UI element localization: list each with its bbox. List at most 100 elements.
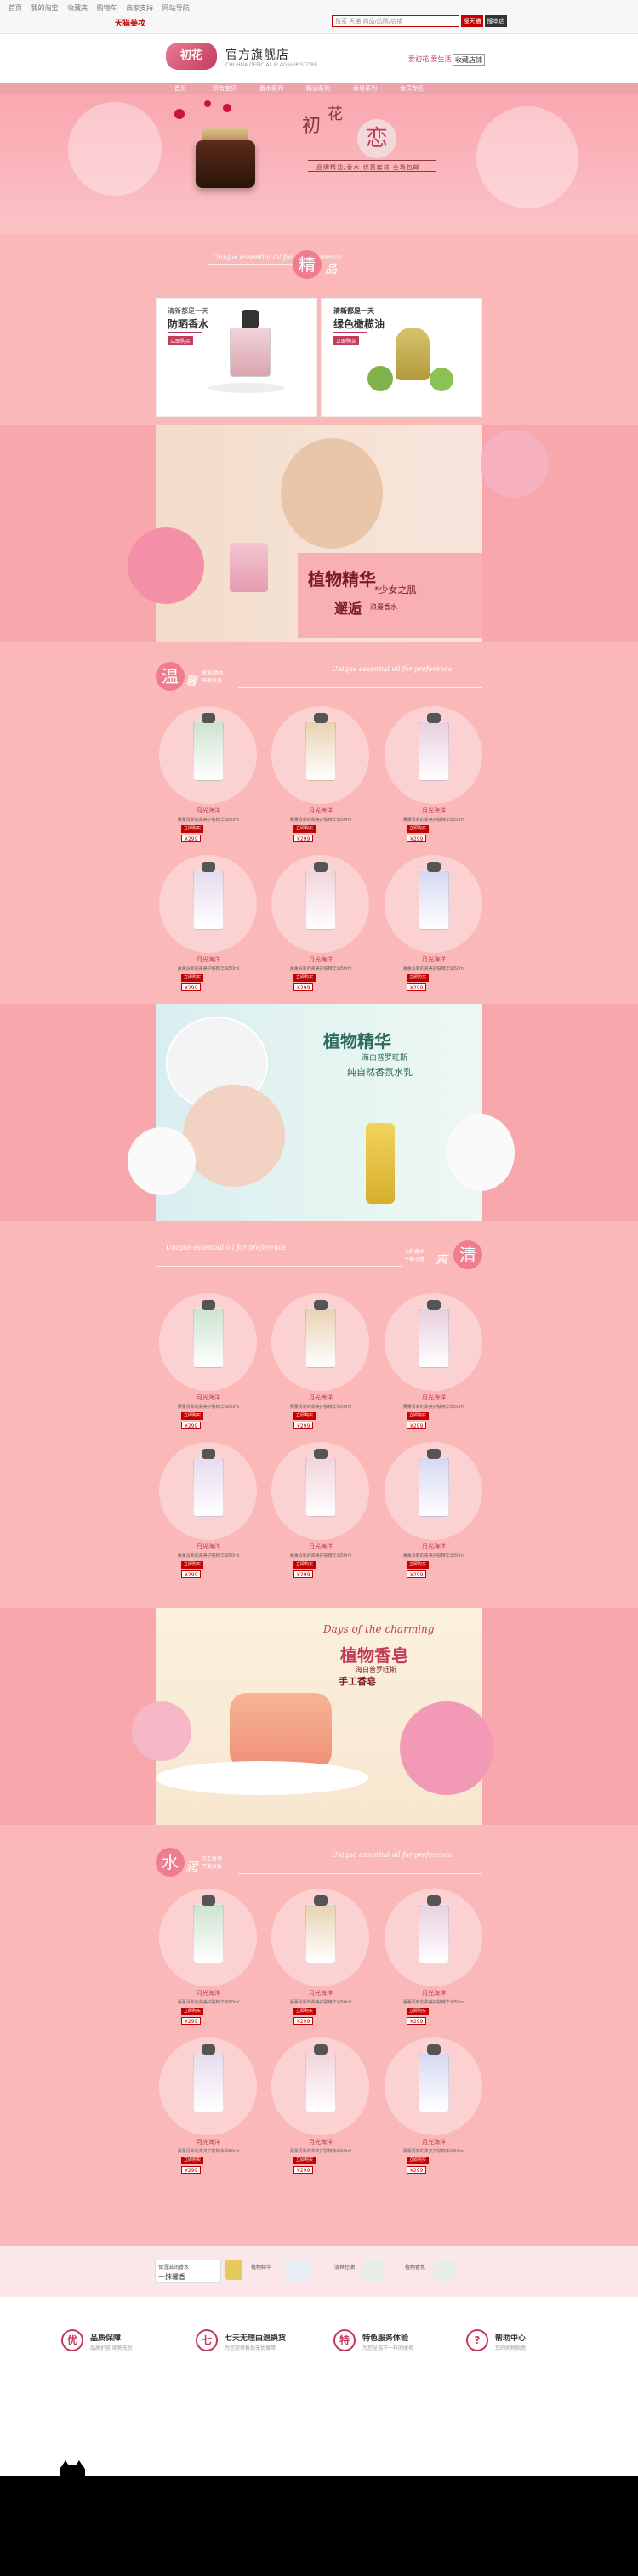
product-image[interactable] xyxy=(193,1904,224,1963)
buy-tag[interactable]: 立即购买 xyxy=(407,1561,430,1569)
top-link[interactable]: 收藏夹 xyxy=(67,4,88,12)
product-name[interactable]: 月光海洋 xyxy=(270,1989,372,1998)
product-card[interactable]: 月光海洋 薰薰清新的柔美护肤精华油50ml 立即购买 ¥299 xyxy=(270,706,372,851)
product-name[interactable]: 月光海洋 xyxy=(383,955,485,964)
product-name[interactable]: 月光海洋 xyxy=(270,806,372,815)
product-image[interactable] xyxy=(193,1308,224,1368)
product-card[interactable]: 月光海洋 薰薰清新的柔美护肤精华油50ml 立即购买 ¥299 xyxy=(383,1293,485,1438)
product-card[interactable]: 月光海洋 薰薰清新的柔美护肤精华油50ml 立即购买 ¥299 xyxy=(270,1889,372,2033)
buy-tag[interactable]: 立即购买 xyxy=(181,974,204,982)
top-link[interactable]: 我的淘宝 xyxy=(31,4,59,12)
product-name[interactable]: 月光海洋 xyxy=(157,1393,259,1402)
product-image[interactable] xyxy=(193,870,224,930)
product-image[interactable] xyxy=(305,2053,336,2112)
product-card[interactable]: 月光海洋 薰薰清新的柔美护肤精华油50ml 立即购买 ¥299 xyxy=(157,1442,259,1587)
favorite-store-button[interactable]: 收藏店铺 xyxy=(453,54,485,66)
buy-tag[interactable]: 立即购买 xyxy=(181,1412,204,1420)
store-logo[interactable]: 初花 xyxy=(166,43,217,70)
product-image[interactable] xyxy=(305,1904,336,1963)
service-item[interactable]: 优 品质保障 品质护航 购物无忧 xyxy=(61,2329,189,2363)
product-card[interactable]: 月光海洋 薰薰清新的柔美护肤精华油50ml 立即购买 ¥299 xyxy=(157,855,259,1000)
tmall-brand[interactable]: 天猫美妆 xyxy=(115,17,145,28)
nav-item[interactable]: 所有宝贝 xyxy=(213,83,236,94)
top-link[interactable]: 网站导航 xyxy=(162,4,190,12)
product-thumb[interactable] xyxy=(362,2260,384,2282)
product-card[interactable]: 月光海洋 薰薰清新的柔美护肤精华油50ml 立即购买 ¥299 xyxy=(383,1442,485,1587)
buy-tag[interactable]: 立即购买 xyxy=(407,1412,430,1420)
product-image[interactable] xyxy=(419,870,449,930)
buy-tag[interactable]: 立即购买 xyxy=(293,825,316,833)
top-link[interactable]: 购物车 xyxy=(97,4,117,12)
nav-item[interactable]: 香水系列 xyxy=(259,83,283,94)
search-store-button[interactable]: 搜本店 xyxy=(485,15,507,27)
product-name[interactable]: 月光海洋 xyxy=(270,1542,372,1551)
product-card[interactable]: 月光海洋 薰薰清新的柔美护肤精华油50ml 立即购买 ¥299 xyxy=(383,1889,485,2033)
product-image[interactable] xyxy=(419,721,449,781)
product-thumb[interactable] xyxy=(285,2260,310,2282)
buy-tag[interactable]: 立即购买 xyxy=(293,2157,316,2164)
product-card[interactable]: 月光海洋 薰薰清新的柔美护肤精华油50ml 立即购买 ¥299 xyxy=(157,1889,259,2033)
product-name[interactable]: 月光海洋 xyxy=(157,1989,259,1998)
product-name[interactable]: 月光海洋 xyxy=(157,806,259,815)
product-image[interactable] xyxy=(419,1904,449,1963)
top-link[interactable]: 首页 xyxy=(9,4,22,12)
product-card[interactable]: 月光海洋 薰薰清新的柔美护肤精华油50ml 立即购买 ¥299 xyxy=(383,855,485,1000)
product-card[interactable]: 月光海洋 薰薰清新的柔美护肤精华油50ml 立即购买 ¥299 xyxy=(157,2037,259,2182)
buy-tag[interactable]: 立即购买 xyxy=(181,1561,204,1569)
top-link[interactable]: 商家支持 xyxy=(126,4,153,12)
product-image[interactable] xyxy=(193,721,224,781)
service-item[interactable]: ? 帮助中心 您的购物指南 xyxy=(466,2329,594,2363)
buy-tag[interactable]: 立即购买 xyxy=(293,2008,316,2015)
product-card[interactable]: 月光海洋 薰薰清新的柔美护肤精华油50ml 立即购买 ¥299 xyxy=(270,1442,372,1587)
product-name[interactable]: 月光海洋 xyxy=(270,955,372,964)
product-name[interactable]: 月光海洋 xyxy=(383,1542,485,1551)
product-image[interactable] xyxy=(305,1457,336,1517)
product-image[interactable] xyxy=(419,2053,449,2112)
product-image[interactable] xyxy=(193,2053,224,2112)
product-card[interactable]: 月光海洋 薰薰清新的柔美护肤精华油50ml 立即购买 ¥299 xyxy=(270,2037,372,2182)
buy-tag[interactable]: 立即购买 xyxy=(407,974,430,982)
buy-tag[interactable]: 立即购买 xyxy=(293,974,316,982)
buy-tag[interactable]: 立即购买 xyxy=(181,2157,204,2164)
product-name[interactable]: 月光海洋 xyxy=(383,806,485,815)
product-image[interactable] xyxy=(419,1457,449,1517)
product-card[interactable]: 月光海洋 薰薰清新的柔美护肤精华油50ml 立即购买 ¥299 xyxy=(157,1293,259,1438)
buy-tag[interactable]: 立即购买 xyxy=(407,2157,430,2164)
buy-tag[interactable]: 立即购买 xyxy=(293,1412,316,1420)
buy-tag[interactable]: 立即购买 xyxy=(181,2008,204,2015)
product-card[interactable]: 月光海洋 薰薰清新的柔美护肤精华油50ml 立即购买 ¥299 xyxy=(383,706,485,851)
product-image[interactable] xyxy=(305,721,336,781)
buy-tag[interactable]: 立即购买 xyxy=(181,825,204,833)
product-image[interactable] xyxy=(305,1308,336,1368)
product-card[interactable]: 月光海洋 薰薰清新的柔美护肤精华油50ml 立即购买 ¥299 xyxy=(270,855,372,1000)
product-image[interactable] xyxy=(193,1457,224,1517)
product-thumb[interactable] xyxy=(434,2260,456,2282)
product-image[interactable] xyxy=(419,1308,449,1368)
product-name[interactable]: 月光海洋 xyxy=(383,1989,485,1998)
product-name[interactable]: 月光海洋 xyxy=(157,955,259,964)
buy-button[interactable]: 立即购买 xyxy=(168,336,194,345)
nav-item[interactable]: 香皂系列 xyxy=(353,83,377,94)
service-item[interactable]: 七 七天无理由退换货 为您提供售后无忧保障 xyxy=(196,2329,323,2363)
nav-item[interactable]: 会员专区 xyxy=(400,83,424,94)
search-tmall-button[interactable]: 搜天猫 xyxy=(461,15,483,27)
search-input[interactable]: 搜索 天猫 商品/品牌/店铺 xyxy=(332,15,459,27)
product-image[interactable] xyxy=(305,870,336,930)
buy-tag[interactable]: 立即购买 xyxy=(407,2008,430,2015)
buy-tag[interactable]: 立即购买 xyxy=(293,1561,316,1569)
cream-jar-image[interactable] xyxy=(196,140,255,188)
product-card[interactable]: 月光海洋 薰薰清新的柔美护肤精华油50ml 立即购买 ¥299 xyxy=(270,1293,372,1438)
product-name[interactable]: 月光海洋 xyxy=(270,1393,372,1402)
product-name[interactable]: 月光海洋 xyxy=(270,2138,372,2146)
buy-tag[interactable]: 立即购买 xyxy=(407,825,430,833)
product-name[interactable]: 月光海洋 xyxy=(383,1393,485,1402)
buy-button[interactable]: 立即购买 xyxy=(333,336,360,345)
product-name[interactable]: 月光海洋 xyxy=(383,2138,485,2146)
product-card[interactable]: 月光海洋 薰薰清新的柔美护肤精华油50ml 立即购买 ¥299 xyxy=(157,706,259,851)
service-item[interactable]: 特 特色服务体验 为您呈现不一样的服务 xyxy=(333,2329,461,2363)
product-name[interactable]: 月光海洋 xyxy=(157,1542,259,1551)
nav-item[interactable]: 首页 xyxy=(174,83,186,94)
product-thumb[interactable] xyxy=(225,2260,242,2280)
nav-item[interactable]: 精油系列 xyxy=(306,83,330,94)
product-card[interactable]: 月光海洋 薰薰清新的柔美护肤精华油50ml 立即购买 ¥299 xyxy=(383,2037,485,2182)
